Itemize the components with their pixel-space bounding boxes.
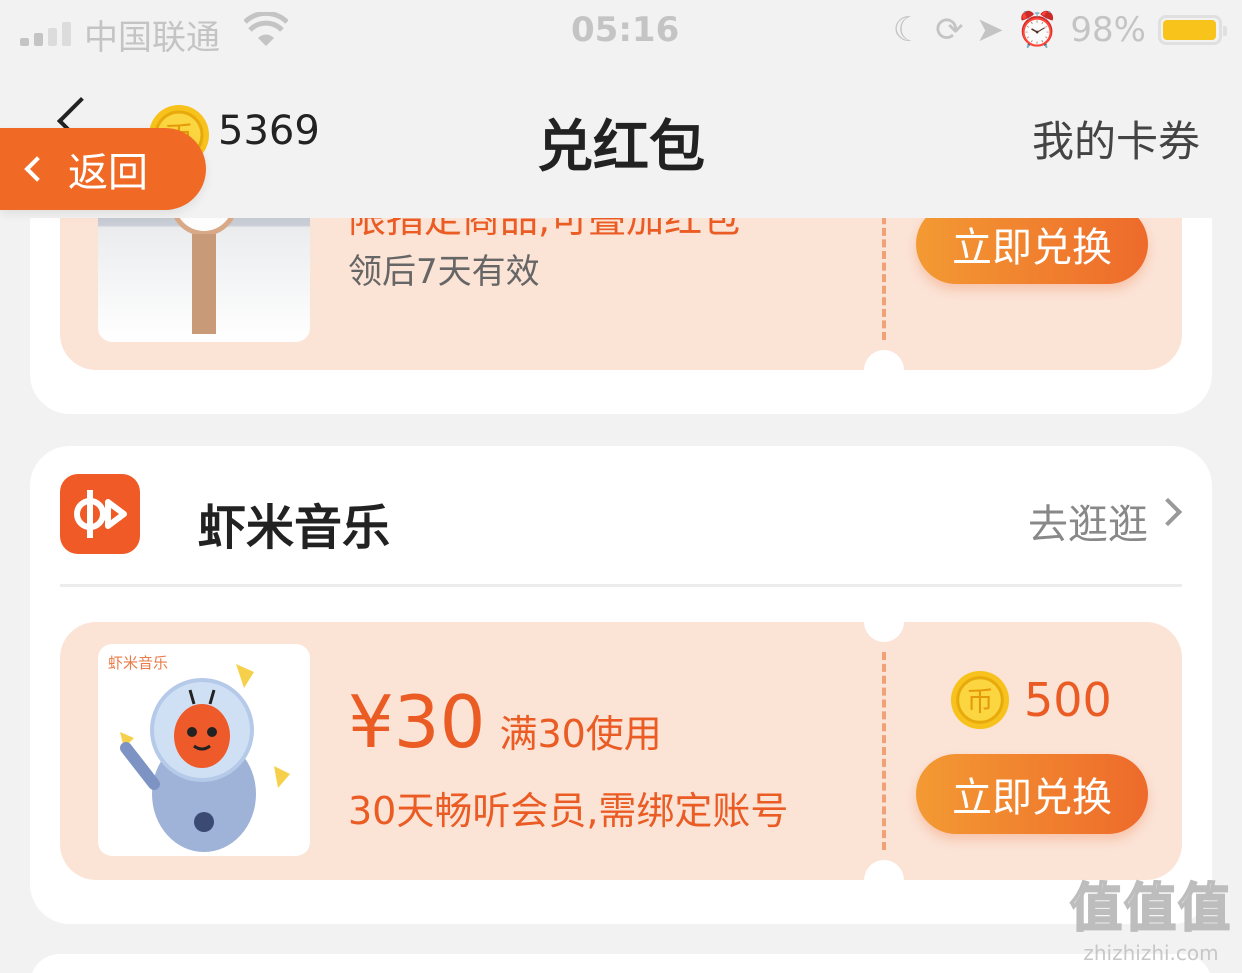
- coin-cost: 币 500: [950, 670, 1112, 730]
- watermark-url: zhizhizhi.com: [1083, 941, 1219, 965]
- coupon-validity: 领后7天有效: [348, 252, 540, 292]
- xiami-logo-icon: [60, 474, 140, 554]
- return-label: 返回: [68, 150, 148, 196]
- coupon-card: 虾米音乐 ¥30 满30使用 30天畅听会员,需绑定账号 币 500 立即兑换: [60, 622, 1182, 880]
- redeem-button[interactable]: 立即兑换: [916, 754, 1148, 834]
- divider: [60, 584, 1182, 587]
- status-bar: 中国联通 05:16 ☾ ⟳ ➤ ⏰ 98%: [0, 0, 1242, 64]
- chevron-left-icon: [24, 156, 50, 182]
- battery-level-fill: [1163, 20, 1216, 40]
- alarm-icon: ⏰: [1016, 10, 1059, 50]
- brand-card-xiami: 虾米音乐 去逛逛 虾米音乐 ¥30 满30使用 30天畅听会员,需绑定账号 币 …: [30, 446, 1212, 924]
- coupon-description: 30天畅听会员,需绑定账号: [348, 789, 789, 833]
- coupon-price-row: ¥30 满30使用: [348, 680, 662, 764]
- page: 中国联通 05:16 ☾ ⟳ ➤ ⏰ 98% 限指定商品,可叠加红包 领后7天有…: [0, 0, 1242, 973]
- battery-percent: 98%: [1070, 10, 1146, 50]
- xiami-mascot-image: 虾米音乐: [98, 644, 310, 856]
- coin-cost-value: 500: [1024, 673, 1112, 727]
- clock-time: 05:16: [571, 10, 680, 50]
- coupon-notch: [864, 350, 904, 370]
- brand-header[interactable]: 虾米音乐 去逛逛: [60, 474, 1183, 558]
- svg-text:币: 币: [966, 687, 993, 718]
- my-coupons-link[interactable]: 我的卡券: [1032, 108, 1200, 169]
- watermark-logo: 值值值: [1069, 878, 1232, 940]
- coupon-notch: [864, 622, 904, 642]
- rotation-lock-icon: ⟳: [935, 10, 964, 50]
- moon-icon: ☾: [892, 10, 924, 50]
- brand-name: 虾米音乐: [198, 500, 391, 556]
- wifi-icon: [243, 10, 289, 57]
- browse-link[interactable]: 去逛逛: [1028, 492, 1148, 550]
- coin-icon: 币: [950, 670, 1010, 730]
- coupon-amount: ¥30: [348, 680, 486, 764]
- signal-icon: [20, 22, 71, 46]
- coupon-divider: [882, 652, 886, 850]
- chevron-right-icon: [1153, 497, 1183, 527]
- coupon-condition: 满30使用: [499, 712, 662, 756]
- location-icon: ➤: [975, 10, 1005, 50]
- coupon-notch: [864, 860, 904, 880]
- status-right: ☾ ⟳ ➤ ⏰ 98%: [892, 10, 1227, 50]
- image-brand-label: 虾米音乐: [108, 654, 169, 672]
- next-card: [30, 954, 1212, 973]
- battery-icon: [1158, 15, 1227, 45]
- return-button[interactable]: 返回: [0, 128, 206, 210]
- carrier-label: 中国联通: [84, 18, 220, 58]
- watermark: 值值值 zhizhizhi.com: [1069, 866, 1232, 965]
